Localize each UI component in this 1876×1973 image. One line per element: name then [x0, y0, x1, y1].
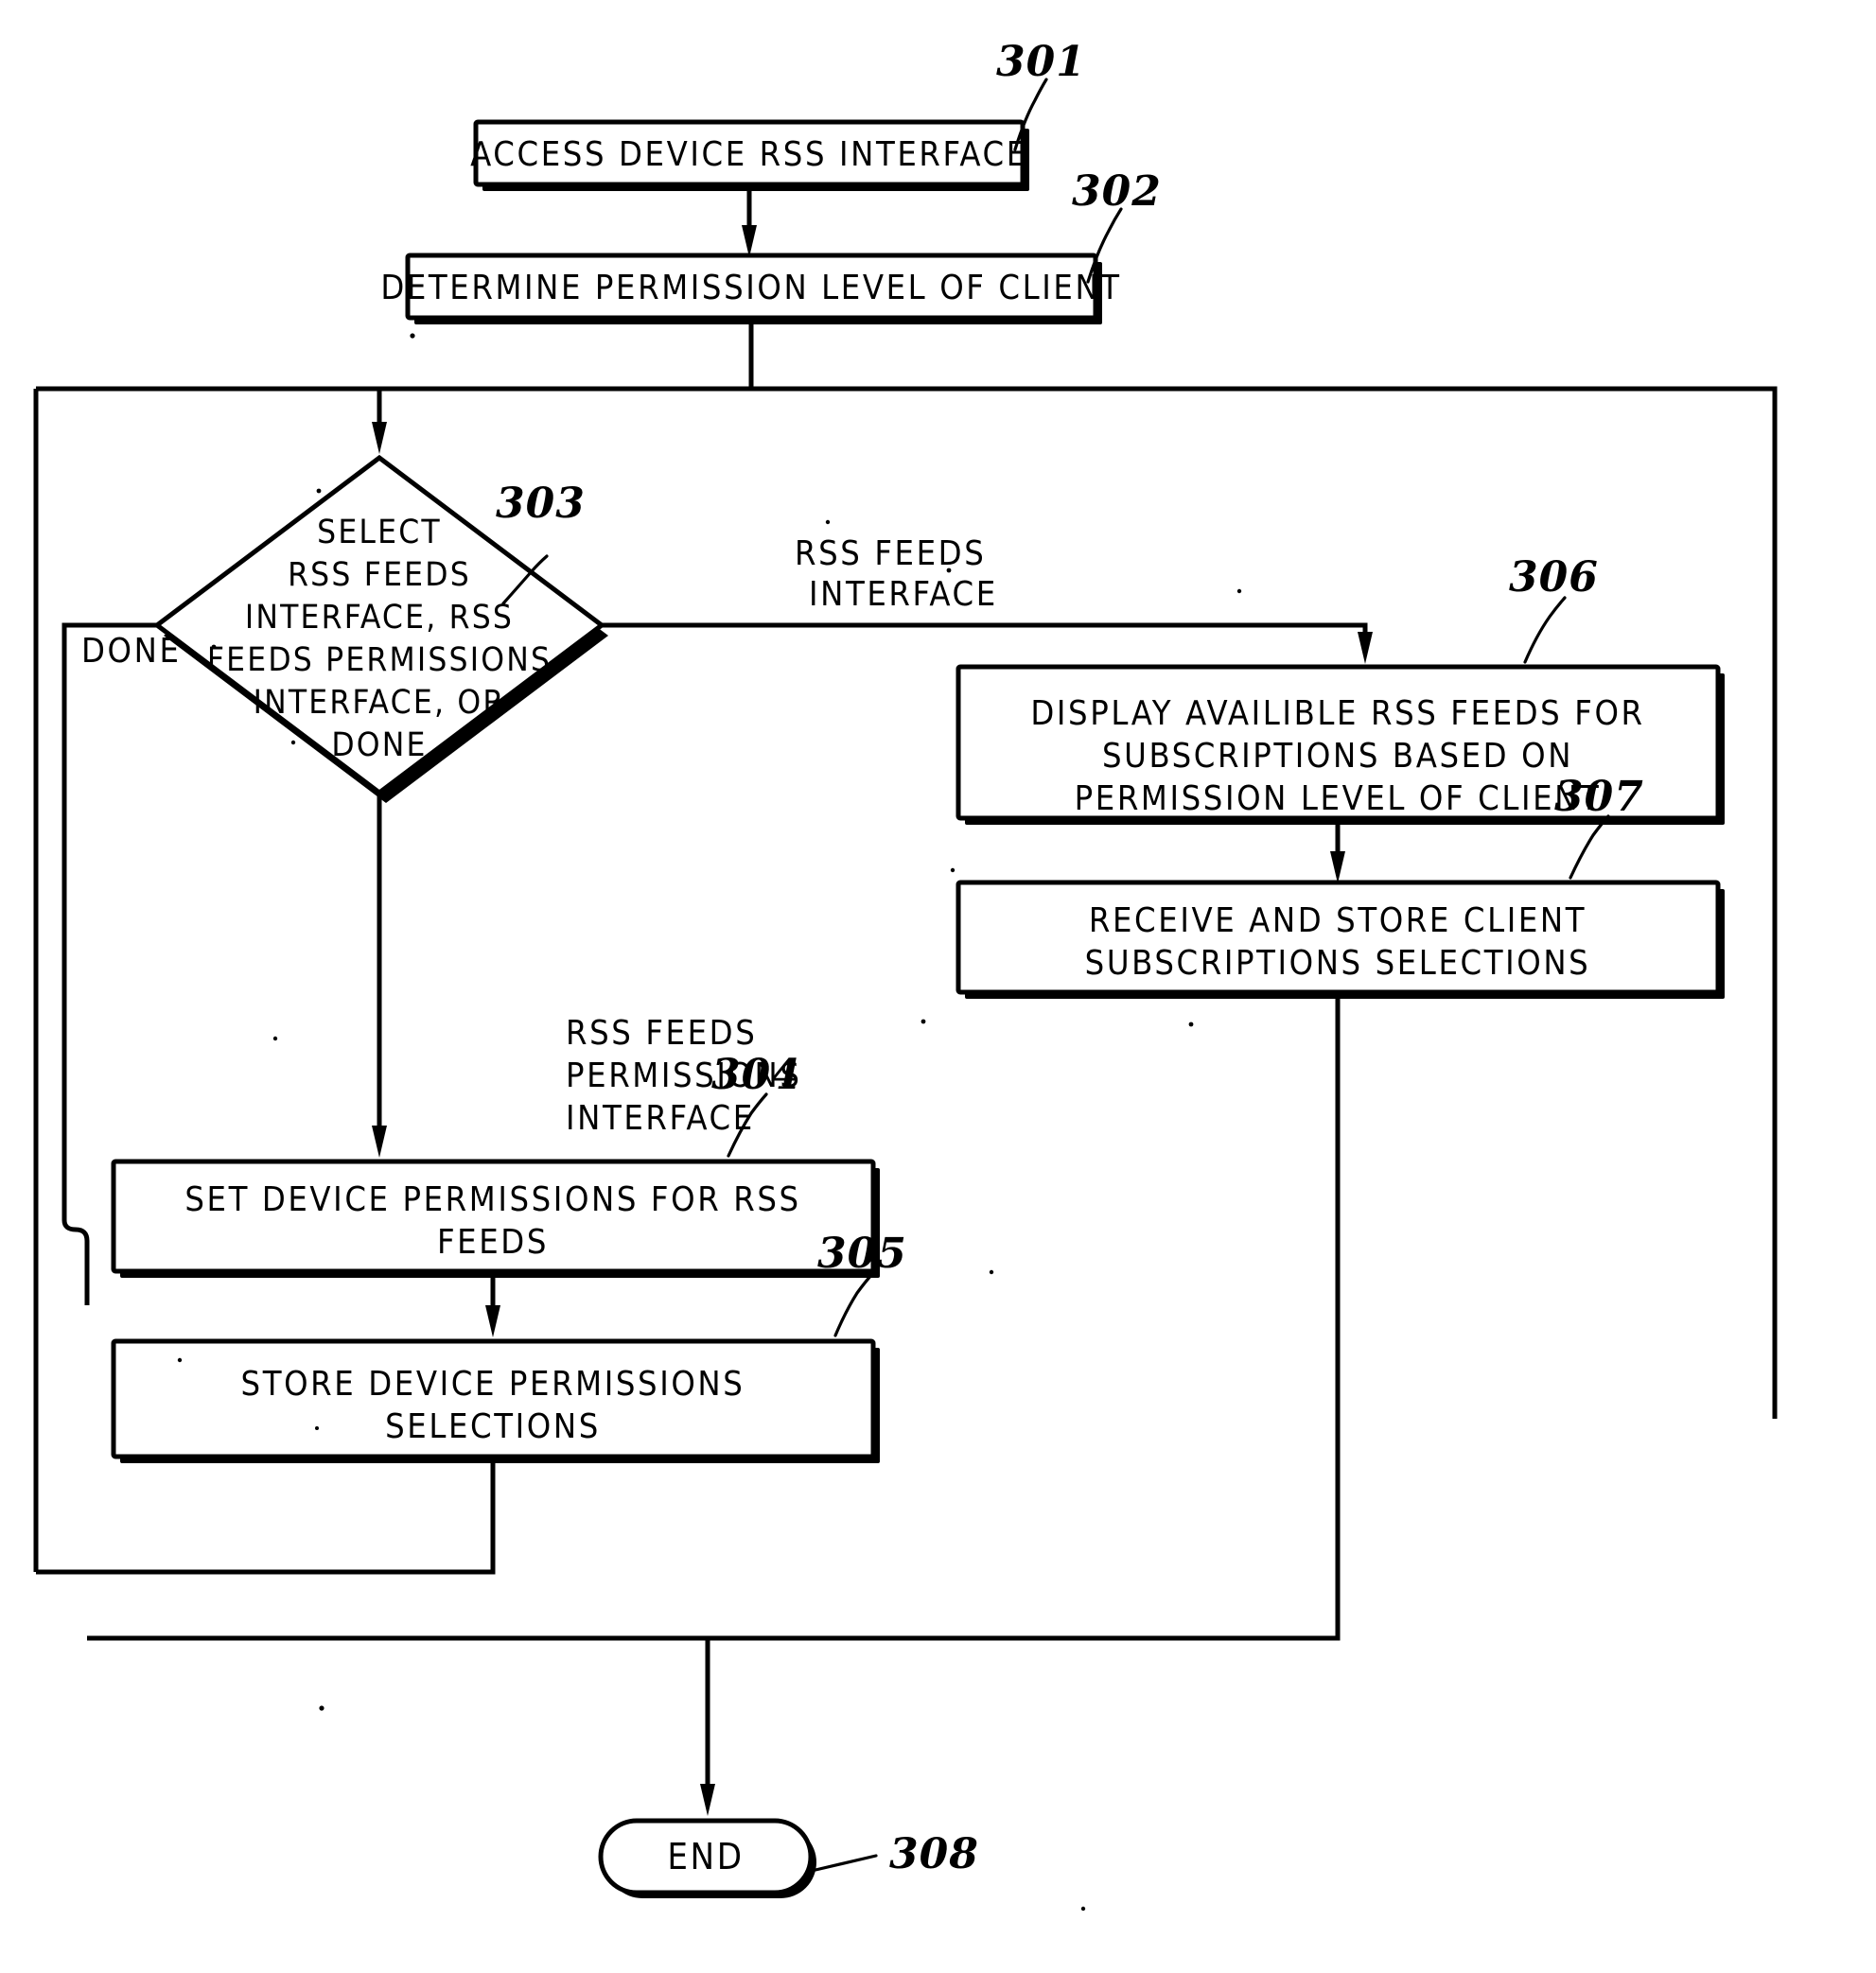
ref-number-306: 306: [1509, 553, 1599, 602]
node-301-line-0: ACCESS DEVICE RSS INTERFACE: [470, 135, 1028, 174]
ref-number-304: 304: [711, 1051, 801, 1099]
ref-number-302: 302: [1072, 167, 1162, 216]
connector-306-to-307: [1330, 818, 1345, 883]
node-305-line-0: STORE DEVICE PERMISSIONS: [241, 1365, 745, 1404]
edge-label-rfi-line-0: RSS FEEDS: [795, 534, 986, 573]
edge-label-rfpi-line-2: INTERFACE: [566, 1099, 755, 1138]
node-302-determine-permission-level[interactable]: DETERMINE PERMISSION LEVEL OF CLIENT: [380, 253, 1121, 324]
patent-figure: ACCESS DEVICE RSS INTERFACE 301 DETERMIN…: [0, 0, 1876, 1973]
node-304-line-0: SET DEVICE PERMISSIONS FOR RSS: [184, 1180, 800, 1219]
node-303-line-3: FEEDS PERMISSIONS: [207, 641, 552, 679]
connector-rail-to-end: [87, 1635, 715, 1816]
node-305-line-1: SELECTIONS: [385, 1407, 601, 1446]
connector-302-to-303: [372, 318, 754, 454]
ref-307-leader: [1569, 814, 1610, 880]
node-306-line-2: PERMISSION LEVEL OF CLIENT: [1075, 779, 1602, 818]
connector-303-to-304: [372, 793, 387, 1158]
node-303-line-2: INTERFACE, RSS: [245, 599, 514, 637]
edge-label-done: DONE: [81, 632, 182, 671]
node-306-line-0: DISPLAY AVAILIBLE RSS FEEDS FOR: [1030, 694, 1644, 733]
connector-301-to-302: [742, 184, 757, 257]
ref-number-305: 305: [817, 1230, 907, 1278]
node-302-line-0: DETERMINE PERMISSION LEVEL OF CLIENT: [380, 269, 1121, 307]
edge-label-rfpi-line-0: RSS FEEDS: [566, 1014, 757, 1053]
ref-number-303: 303: [496, 480, 586, 528]
ref-number-301: 301: [996, 38, 1086, 86]
ref-number-307: 307: [1554, 773, 1644, 821]
ref-308-leader: [814, 1854, 878, 1872]
node-306-line-1: SUBSCRIPTIONS BASED ON: [1102, 737, 1573, 776]
connector-305-to-loop-return: [36, 1457, 496, 1575]
ref-305-leader: [833, 1272, 874, 1337]
node-303-line-0: SELECT: [317, 514, 442, 551]
node-304-set-device-permissions[interactable]: SET DEVICE PERMISSIONS FOR RSS FEEDS: [111, 1159, 880, 1278]
node-308-label: END: [667, 1836, 744, 1877]
node-307-line-0: RECEIVE AND STORE CLIENT: [1089, 901, 1587, 940]
node-307-line-1: SUBSCRIPTIONS SELECTIONS: [1085, 944, 1591, 983]
ref-301-leader: [1013, 78, 1048, 151]
flowchart-canvas: ACCESS DEVICE RSS INTERFACE 301 DETERMIN…: [33, 38, 1778, 1912]
edge-label-rfi-line-1: INTERFACE: [809, 575, 998, 614]
node-304-line-1: FEEDS: [437, 1223, 549, 1262]
connector-304-to-305: [485, 1271, 500, 1337]
node-307-receive-store-client-subscriptions[interactable]: RECEIVE AND STORE CLIENT SUBSCRIPTIONS S…: [956, 880, 1725, 999]
node-303-line-5: DONE: [331, 726, 427, 764]
node-303-line-1: RSS FEEDS: [288, 556, 471, 594]
edge-label-rss-feeds-interface: RSS FEEDS INTERFACE: [795, 534, 998, 614]
node-303-line-4: INTERFACE, OR: [254, 684, 506, 722]
ref-number-308: 308: [889, 1830, 979, 1878]
connector-303-to-306: [602, 622, 1373, 664]
node-301-access-device-rss-interface[interactable]: ACCESS DEVICE RSS INTERFACE: [470, 119, 1029, 191]
ref-306-leader: [1523, 596, 1567, 664]
node-305-store-device-permissions-selections[interactable]: STORE DEVICE PERMISSIONS SELECTIONS: [111, 1338, 880, 1463]
node-308-end-terminator[interactable]: END: [598, 1818, 816, 1898]
edge-label-done-line-0: DONE: [81, 632, 182, 671]
